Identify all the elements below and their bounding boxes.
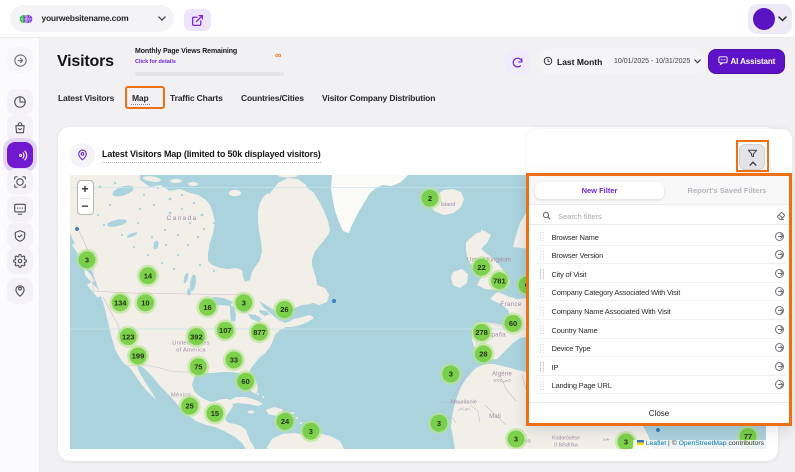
- svg-text:33: 33: [230, 356, 238, 365]
- svg-text:Algérie: Algérie: [492, 372, 513, 378]
- svg-text:Ísland: Ísland: [441, 201, 456, 208]
- svg-text:22: 22: [477, 263, 485, 272]
- svg-text:28: 28: [479, 350, 487, 359]
- svg-text:107: 107: [219, 326, 232, 335]
- svg-text:مورلتن: مورلتن: [458, 406, 470, 411]
- svg-text:3: 3: [242, 299, 246, 308]
- svg-text:3: 3: [437, 419, 441, 428]
- svg-text:Kodorósêse: Kodorósêse: [552, 436, 580, 442]
- svg-text:3: 3: [449, 370, 453, 379]
- svg-text:781: 781: [493, 277, 506, 286]
- svg-text:3: 3: [309, 427, 313, 436]
- svg-text:Mali: Mali: [489, 414, 501, 420]
- svg-text:123: 123: [122, 332, 135, 341]
- svg-text:16: 16: [203, 303, 211, 312]
- svg-text:2: 2: [428, 194, 432, 203]
- svg-text:134: 134: [114, 299, 127, 308]
- svg-text:24: 24: [281, 417, 290, 426]
- svg-text:199: 199: [132, 352, 145, 361]
- svg-text:26: 26: [280, 305, 288, 314]
- svg-text:3: 3: [624, 438, 628, 447]
- svg-text:of America: of America: [176, 348, 206, 354]
- svg-text:tî Bêafrîka: tî Bêafrîka: [554, 443, 578, 449]
- svg-text:877: 877: [253, 328, 266, 337]
- svg-text:3: 3: [85, 255, 89, 264]
- svg-text:278: 278: [475, 328, 488, 337]
- svg-text:60: 60: [241, 377, 249, 386]
- svg-text:75: 75: [194, 362, 202, 371]
- svg-text:Canada: Canada: [166, 215, 197, 222]
- svg-text:60: 60: [509, 319, 517, 328]
- svg-text:አሕ: አሕ: [603, 437, 610, 442]
- svg-text:France: France: [500, 301, 522, 308]
- svg-text:25: 25: [186, 402, 194, 411]
- svg-text:3: 3: [514, 435, 518, 444]
- svg-text:15: 15: [211, 409, 219, 418]
- svg-text:392: 392: [190, 332, 203, 341]
- svg-text:10: 10: [141, 299, 149, 308]
- svg-text:14: 14: [144, 271, 153, 280]
